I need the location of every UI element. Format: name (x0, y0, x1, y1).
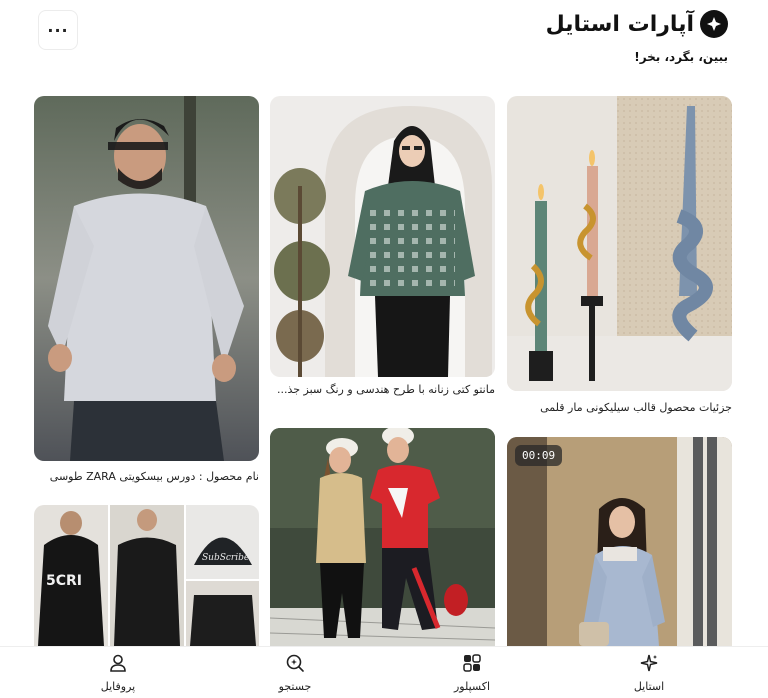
search-icon (285, 653, 305, 677)
nav-item-explore[interactable]: اکسپلور (422, 653, 522, 693)
product-image[interactable] (34, 96, 259, 461)
brand[interactable]: آپارات استایل (546, 10, 728, 38)
user-icon (108, 653, 128, 677)
bottom-navigation: استایل اکسپلور جستجو پروفایل (0, 646, 768, 698)
tagline: ببین، بگرد، بخر! (634, 50, 728, 64)
svg-text:SubScribe: SubScribe (202, 553, 249, 563)
nav-label: اکسپلور (453, 680, 491, 693)
nav-item-profile[interactable]: پروفایل (68, 653, 168, 693)
product-image[interactable] (270, 96, 495, 377)
nav-label: پروفایل (100, 680, 136, 693)
product-image[interactable] (270, 428, 495, 646)
product-card-video[interactable]: 00:09 (507, 437, 732, 646)
video-duration-badge: 00:09 (515, 445, 563, 466)
product-image[interactable]: 5CRI SubScribe (34, 505, 259, 646)
nav-item-search[interactable]: جستجو (245, 653, 345, 693)
nav-label: جستجو (278, 680, 312, 693)
product-card-sweater[interactable]: نام محصول : دورس بیسکویتی ZARA طوسی (34, 96, 259, 486)
brand-logo-icon (700, 10, 728, 38)
grid-icon (462, 653, 482, 677)
product-image[interactable] (507, 96, 732, 391)
product-card-collage[interactable]: 5CRI SubScribe (34, 505, 259, 646)
brand-name: آپارات استایل (545, 11, 694, 37)
product-card-kids[interactable] (270, 428, 495, 646)
product-card-candles[interactable]: جزئیات محصول قالب سیلیکونی مار قلمی (507, 96, 732, 426)
sparkles-icon (639, 653, 659, 677)
nav-label: استایل (633, 680, 665, 693)
product-caption[interactable]: نام محصول : دورس بیسکویتی ZARA طوسی (34, 470, 259, 483)
more-options-button[interactable]: ··· (38, 10, 78, 50)
product-caption[interactable]: جزئیات محصول قالب سیلیکونی مار قلمی (507, 401, 732, 414)
nav-item-style[interactable]: استایل (599, 653, 699, 693)
product-video-thumbnail[interactable] (507, 437, 732, 646)
product-card-manto[interactable]: مانتو کتی زنانه با طرح هندسی و رنگ سبز ج… (270, 96, 495, 401)
svg-text:5CRI: 5CRI (46, 573, 82, 589)
product-caption[interactable]: مانتو کتی زنانه با طرح هندسی و رنگ سبز ج… (270, 383, 495, 396)
